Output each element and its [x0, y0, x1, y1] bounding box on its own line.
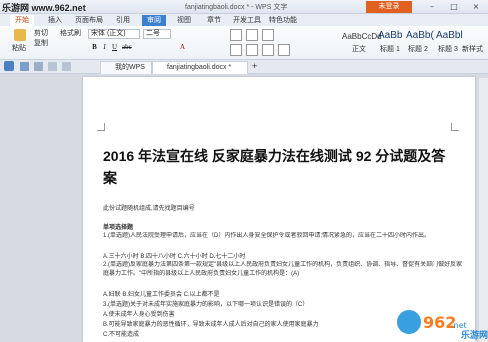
tab-page-layout[interactable]: 页面布局: [74, 15, 104, 26]
close-button[interactable]: ×: [468, 2, 484, 12]
style-heading2[interactable]: AaBb(: [406, 30, 434, 41]
undo-icon[interactable]: [48, 62, 57, 71]
align-right-icon[interactable]: [262, 44, 274, 56]
tab-view[interactable]: 视图: [173, 15, 195, 26]
doc-section-title: 单项选择题: [103, 225, 134, 231]
wps-menu-icon[interactable]: [4, 61, 14, 71]
maximize-button[interactable]: □: [446, 2, 462, 12]
site-watermark: 乐游网 www.962.net: [2, 3, 86, 13]
print-icon[interactable]: [34, 62, 43, 71]
save-icon[interactable]: [20, 62, 29, 71]
align-center-icon[interactable]: [246, 44, 258, 56]
style-heading2-label: 标题 2: [408, 46, 428, 53]
style-heading3[interactable]: AaBbl: [436, 30, 463, 41]
window-title: fanjiatingbaoli.docx * - WPS 文字: [185, 4, 288, 11]
tab-my-wps[interactable]: 我的WPS: [100, 61, 152, 74]
style-heading3-label: 标题 3: [438, 46, 458, 53]
logo-site: 乐游网: [461, 329, 488, 341]
align-left-icon[interactable]: [230, 44, 242, 56]
tab-home[interactable]: 开始: [10, 15, 34, 26]
style-heading1-label: 标题 1: [380, 46, 400, 53]
document-tab-bar: 我的WPS fanjiatingbaoli.docx * +: [0, 60, 488, 74]
tab-review[interactable]: 审阅: [142, 15, 166, 26]
ribbon: 粘贴 剪切 复制 格式刷 宋体 (正文) 二号 B I U abc A AaBb…: [0, 26, 488, 60]
font-name-select[interactable]: 宋体 (正文): [88, 29, 140, 39]
tab-insert[interactable]: 插入: [44, 15, 66, 26]
document-heading: 2016 年法宣在线 反家庭暴力法在线测试 92 分试题及答案: [103, 148, 446, 186]
doc-line: 2.(单选题)反家庭暴力法第四条第一款规定"县级以上人民政府负责妇女儿童工作的机…: [103, 262, 463, 277]
redo-icon[interactable]: [62, 62, 71, 71]
font-color-button[interactable]: A: [178, 42, 187, 52]
paste-button[interactable]: 粘贴: [12, 43, 26, 53]
copy-button[interactable]: 复制: [34, 38, 48, 48]
site-logo: 962 .net 乐游网: [395, 302, 488, 342]
strikethrough-button[interactable]: abc: [122, 42, 132, 52]
title-bar: 乐游网 www.962.net fanjiatingbaoli.docx * -…: [0, 0, 488, 14]
cut-button[interactable]: 剪切: [34, 28, 48, 38]
numbering-icon[interactable]: [246, 29, 258, 41]
tab-chapter[interactable]: 章节: [203, 15, 225, 26]
tab-references[interactable]: 引用: [112, 15, 134, 26]
doc-line: A.三十六小时 B.四十八小时 C.六十小时 D.七十二小时: [103, 254, 246, 260]
italic-button[interactable]: I: [100, 42, 109, 52]
logo-emblem: [397, 310, 421, 334]
justify-icon[interactable]: [278, 44, 290, 56]
style-normal[interactable]: AaBbCcDd: [342, 32, 382, 41]
indent-icon[interactable]: [262, 29, 274, 41]
tab-features[interactable]: 特色功能: [268, 15, 298, 26]
minimize-button[interactable]: –: [424, 2, 440, 12]
format-painter-button[interactable]: 格式刷: [60, 28, 81, 38]
new-style-button[interactable]: 新样式: [462, 44, 488, 54]
paste-icon[interactable]: [14, 29, 26, 41]
menu-tab-row: 开始 插入 页面布局 引用 审阅 视图 章节 开发工具 特色功能: [0, 14, 488, 26]
new-tab-button[interactable]: +: [252, 61, 257, 71]
style-heading1[interactable]: AaBb: [378, 30, 402, 41]
tab-document[interactable]: fanjiatingbaoli.docx *: [152, 61, 248, 74]
bold-button[interactable]: B: [90, 42, 99, 52]
logo-dot: .net: [451, 321, 467, 330]
doc-line: 1.(单选题)人民法院受理申请后，应当在（D）内作出人身安全保护令或者驳回申请;…: [103, 233, 431, 239]
tab-developer[interactable]: 开发工具: [232, 15, 262, 26]
crop-mark-right: [451, 123, 459, 131]
style-normal-label: 正文: [352, 46, 366, 53]
login-button[interactable]: 未登录: [366, 1, 412, 13]
crop-mark-left: [97, 123, 105, 131]
doc-line: A.妇联 B.妇女儿童工作委员会 C.以上都不是: [103, 292, 220, 298]
font-size-select[interactable]: 二号: [143, 29, 171, 39]
bullets-icon[interactable]: [230, 29, 242, 41]
doc-line: 此份试题随机组成,请先找题目编号: [103, 206, 195, 212]
underline-button[interactable]: U: [110, 42, 119, 52]
